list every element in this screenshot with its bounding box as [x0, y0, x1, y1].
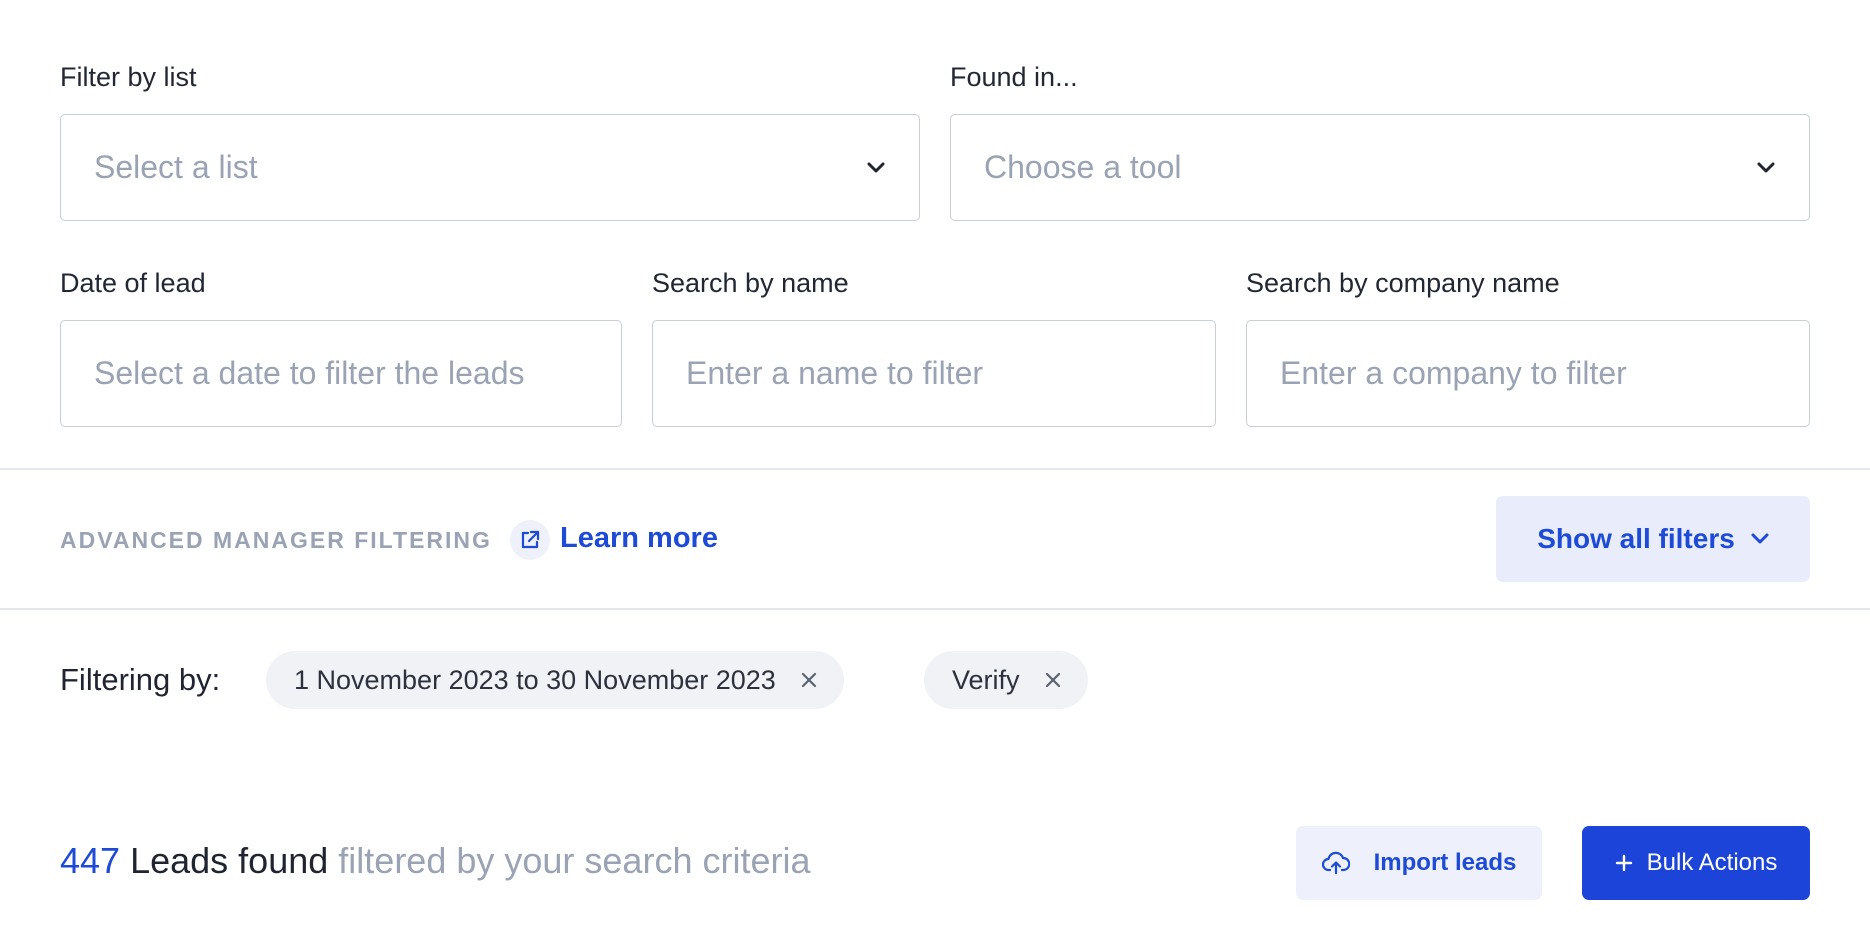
filtering-by-label: Filtering by:: [60, 662, 221, 697]
section-divider: [0, 468, 1870, 470]
date-input-placeholder: Select a date to filter the leads: [94, 355, 525, 391]
search-by-name-label: Search by name: [652, 268, 849, 298]
show-all-filters-button[interactable]: Show all filters: [1496, 496, 1810, 582]
list-select-placeholder: Select a list: [94, 149, 258, 185]
name-search-input[interactable]: Enter a name to filter: [652, 320, 1216, 427]
import-leads-button[interactable]: Import leads: [1296, 826, 1542, 900]
filter-by-list-label: Filter by list: [60, 62, 197, 92]
name-search-placeholder: Enter a name to filter: [686, 355, 984, 391]
date-input[interactable]: Select a date to filter the leads: [60, 320, 622, 427]
found-in-label: Found in...: [950, 62, 1078, 92]
advanced-filtering-title: ADVANCED MANAGER FILTERING: [60, 527, 492, 553]
plus-icon: [1615, 854, 1633, 872]
external-link-icon[interactable]: [510, 520, 550, 560]
import-leads-label: Import leads: [1373, 849, 1517, 876]
search-by-company-label: Search by company name: [1246, 268, 1560, 298]
section-divider: [0, 608, 1870, 610]
results-qualifier: filtered by your search criteria: [338, 840, 811, 881]
filter-chip-label: 1 November 2023 to 30 November 2023: [294, 664, 776, 695]
results-summary: 447 Leads found filtered by your search …: [60, 840, 810, 882]
chevron-down-icon: [865, 157, 887, 179]
filter-chip-label: Verify: [952, 664, 1020, 695]
bulk-actions-label: Bulk Actions: [1646, 849, 1778, 876]
bulk-actions-button[interactable]: Bulk Actions: [1582, 826, 1810, 900]
list-select[interactable]: Select a list: [60, 114, 920, 221]
cloud-upload-icon: [1321, 851, 1350, 875]
filter-chip-date: 1 November 2023 to 30 November 2023: [266, 651, 844, 709]
show-all-filters-label: Show all filters: [1537, 523, 1735, 554]
company-search-placeholder: Enter a company to filter: [1280, 355, 1627, 391]
date-of-lead-label: Date of lead: [60, 268, 206, 298]
filter-chip-verify: Verify: [924, 651, 1088, 709]
close-icon[interactable]: [800, 671, 818, 689]
results-found-label: Leads found: [130, 840, 329, 881]
tool-select-placeholder: Choose a tool: [984, 149, 1182, 185]
chevron-down-icon: [1755, 157, 1777, 179]
chevron-down-icon: [1751, 533, 1769, 545]
tool-select[interactable]: Choose a tool: [950, 114, 1810, 221]
close-icon[interactable]: [1044, 671, 1062, 689]
learn-more-link[interactable]: Learn more: [560, 522, 718, 555]
results-count: 447: [60, 840, 121, 881]
company-search-input[interactable]: Enter a company to filter: [1246, 320, 1810, 427]
